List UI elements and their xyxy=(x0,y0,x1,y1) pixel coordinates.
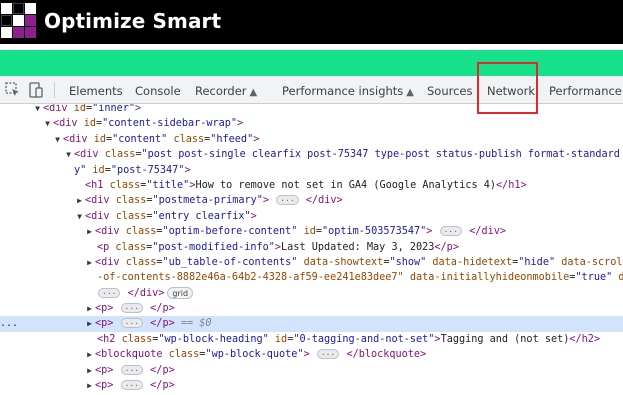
dom-node-line[interactable]: ▶ <div class="optim-before-content" id="o… xyxy=(0,224,623,239)
brand-name[interactable]: Optimize Smart xyxy=(44,9,221,33)
flask-icon: ▲ xyxy=(406,87,414,98)
collapsed-content-ellipsis[interactable]: ··· xyxy=(120,380,144,391)
expand-arrow-icon[interactable]: ▶ xyxy=(84,224,95,239)
collapsed-content-ellipsis[interactable]: ··· xyxy=(120,364,144,375)
collapsed-content-ellipsis[interactable]: ··· xyxy=(120,318,144,329)
expand-arrow-icon[interactable]: ▼ xyxy=(63,147,74,162)
tab-performance-insights[interactable]: Performance insights ▲ xyxy=(282,76,414,104)
tab-label: Performance xyxy=(549,84,622,98)
device-toggle-icon[interactable] xyxy=(27,81,45,99)
tab-label: Console xyxy=(135,84,181,98)
elements-tree[interactable]: ▼ <div id="inner"> ▼ <div id="content-side… xyxy=(0,104,623,395)
dom-node-line[interactable]: ▶ <p> ··· </p> xyxy=(0,301,623,316)
selected-dom-node-line[interactable]: ... ▶ <p> ··· </p> == $0 xyxy=(0,316,623,332)
optimize-smart-logo-icon xyxy=(0,2,37,40)
tab-sources[interactable]: Sources xyxy=(427,76,473,104)
tab-console[interactable]: Console xyxy=(135,76,181,104)
tab-label: Recorder xyxy=(195,84,247,98)
dom-node-line[interactable]: ▼ <div id="inner"> xyxy=(0,104,623,116)
dom-node-line[interactable]: ▼ <div id="content" class="hfeed"> xyxy=(0,132,623,147)
dom-node-line[interactable]: ▼ <div class="post post-single clearfix p… xyxy=(0,147,623,162)
expand-arrow-icon[interactable]: ▶ xyxy=(74,193,85,208)
tab-label: Elements xyxy=(69,84,123,98)
toolbar-separator xyxy=(54,82,55,98)
expand-arrow-icon[interactable]: ▼ xyxy=(32,104,43,116)
dom-node-line[interactable]: ▶ <div class="ub_table-of-contents" data-… xyxy=(0,255,623,270)
dom-node-line[interactable]: ··· </div> grid xyxy=(0,286,623,301)
collapsed-content-ellipsis[interactable]: ··· xyxy=(439,226,463,237)
selected-node-marker: == $0 xyxy=(180,318,212,330)
expand-arrow-icon[interactable]: ▶ xyxy=(84,301,95,316)
dom-node-line[interactable]: <h2 class="wp-block-heading" id="0-taggi… xyxy=(0,332,623,347)
dom-node-line[interactable]: ▶ <p> ··· </p> xyxy=(0,378,623,393)
expand-arrow-icon[interactable]: ▼ xyxy=(74,209,85,224)
gutter-menu-dots[interactable]: ... xyxy=(0,316,18,331)
collapsed-content-ellipsis[interactable]: ··· xyxy=(120,303,144,314)
brand-header: Optimize Smart xyxy=(0,0,623,44)
dom-node-line[interactable]: ▶ <blockquote class="wp-block-quote"> ···… xyxy=(0,347,623,362)
dom-node-line[interactable]: ▶ <div class="postmeta-primary"> ··· </di… xyxy=(0,193,623,208)
tab-label: Sources xyxy=(427,84,473,98)
dom-node-line[interactable]: -of-contents-8882e46a-64b2-4328-af59-ee2… xyxy=(0,270,623,285)
dom-node-line[interactable]: <h1 class="title">How to remove not set … xyxy=(0,178,623,193)
cursor-select-icon[interactable] xyxy=(4,81,22,99)
expand-arrow-icon[interactable]: ▶ xyxy=(84,255,95,270)
expand-arrow-icon[interactable]: ▶ xyxy=(84,347,95,362)
collapsed-content-ellipsis[interactable]: ··· xyxy=(316,349,340,360)
flask-icon: ▲ xyxy=(249,87,258,98)
dom-node-line[interactable]: ▼ <div id="content-sidebar-wrap"> xyxy=(0,116,623,131)
tab-label: Performance insights xyxy=(282,84,404,98)
dom-node-line[interactable]: y" id="post-75347"> xyxy=(0,163,623,178)
dom-node-line[interactable]: ▶ <p> ··· </p> xyxy=(0,363,623,378)
expand-arrow-icon[interactable]: ▼ xyxy=(42,116,53,131)
expand-arrow-icon[interactable]: ▶ xyxy=(84,363,95,378)
expand-arrow-icon[interactable]: ▶ xyxy=(84,316,95,331)
expand-arrow-icon[interactable]: ▼ xyxy=(52,132,63,147)
dom-node-line[interactable]: ▼ <div class="entry clearfix"> xyxy=(0,209,623,224)
expand-arrow-icon[interactable]: ▶ xyxy=(84,378,95,393)
collapsed-content-ellipsis[interactable]: ··· xyxy=(276,195,299,206)
collapsed-content-ellipsis[interactable]: ··· xyxy=(98,287,121,298)
grid-badge[interactable]: grid xyxy=(167,286,194,299)
tab-recorder[interactable]: Recorder ▲ xyxy=(195,76,257,104)
tab-performance[interactable]: Performance xyxy=(549,76,622,104)
tab-elements[interactable]: Elements xyxy=(69,76,123,104)
dom-node-line[interactable]: <p class="post-modified-info">Last Updat… xyxy=(0,240,623,255)
